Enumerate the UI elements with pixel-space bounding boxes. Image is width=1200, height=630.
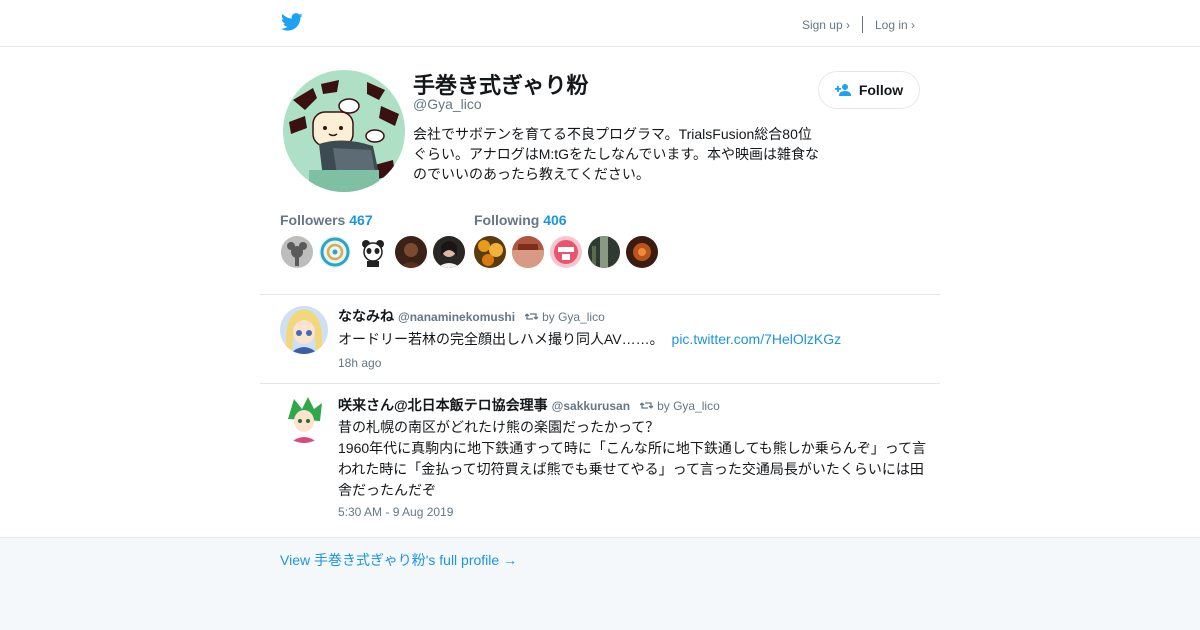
- profile-bio: 会社でサボテンを育てる不良プログラマ。TrialsFusion総合80位ぐらい。…: [413, 126, 819, 182]
- tweet-timestamp[interactable]: 5:30 AM - 9 Aug 2019: [338, 505, 453, 519]
- auth-links-divider: [861, 16, 863, 33]
- following-avatar[interactable]: [626, 236, 658, 268]
- follow-button[interactable]: Follow: [818, 71, 920, 109]
- following-label: Following: [474, 212, 540, 228]
- tweet-text: オードリー若林の完全顔出しハメ撮り同人AV……。 pic.twitter.com…: [338, 329, 930, 350]
- tweet-text: 昔の札幌の南区がどれたけ熊の楽園だったかって？ 1960年代に真駒内に地下鉄通す…: [338, 417, 930, 501]
- tweet-header: ななみね @nanaminekomushi by Gya_lico: [338, 306, 605, 326]
- avatar-illustration: [283, 70, 405, 192]
- tweet-timestamp[interactable]: 18h ago: [338, 356, 381, 370]
- follower-avatar[interactable]: [357, 236, 389, 268]
- retweet-icon: [525, 313, 539, 320]
- retweet-context: by Gya_lico: [525, 310, 605, 324]
- full-profile-link[interactable]: View 手巻き式ぎゃり粉's full profile →: [280, 550, 517, 570]
- retweet-icon: [640, 402, 654, 409]
- top-bar: Sign up › Log in ›: [0, 0, 1200, 47]
- tweet-author-handle[interactable]: @sakkurusan: [552, 399, 630, 413]
- tweet-author-name[interactable]: ななみね: [338, 306, 394, 326]
- tweet-divider: [260, 383, 940, 384]
- follower-avatar[interactable]: [281, 236, 313, 268]
- tweet-author-avatar[interactable]: [280, 306, 328, 354]
- tweet-header: 咲来さん@北日本飯テロ協会理事 @sakkurusan by Gya_lico: [338, 395, 720, 415]
- following-avatar[interactable]: [588, 236, 620, 268]
- following-link[interactable]: Following 406: [474, 212, 567, 228]
- followers-link[interactable]: Followers 467: [280, 212, 373, 228]
- section-divider: [260, 294, 940, 295]
- login-link[interactable]: Log in ›: [875, 18, 915, 32]
- follow-person-plus-icon: [834, 84, 851, 96]
- retweeted-by[interactable]: by Gya_lico: [542, 310, 605, 324]
- followers-avatars: [281, 236, 465, 268]
- tweet-media-link[interactable]: pic.twitter.com/7HelOlzKGz: [672, 331, 842, 347]
- following-avatars: [474, 236, 658, 268]
- signup-link[interactable]: Sign up ›: [802, 18, 850, 32]
- tweet-author-handle[interactable]: @nanaminekomushi: [398, 310, 515, 324]
- profile-handle: @Gya_lico: [413, 96, 482, 112]
- profile-avatar[interactable]: [283, 70, 405, 192]
- follower-avatar[interactable]: [319, 236, 351, 268]
- followers-count: 467: [349, 212, 373, 228]
- auth-links: Sign up › Log in ›: [802, 16, 915, 33]
- followers-label: Followers: [280, 212, 346, 228]
- follower-avatar[interactable]: [433, 236, 465, 268]
- tweet-author-avatar[interactable]: [280, 395, 328, 443]
- following-avatar[interactable]: [550, 236, 582, 268]
- tweet-text-content: オードリー若林の完全顔出しハメ撮り同人AV……。: [338, 331, 664, 347]
- tweet-author-name[interactable]: 咲来さん@北日本飯テロ協会理事: [338, 395, 548, 415]
- footer: View 手巻き式ぎゃり粉's full profile →: [0, 537, 1200, 630]
- retweeted-by[interactable]: by Gya_lico: [657, 399, 720, 413]
- tweet-text-line: 昔の札幌の南区がどれたけ熊の楽園だったかって？: [338, 419, 660, 435]
- tweet-text-line: 1960年代に真駒内に地下鉄通すって時に「こんな所に地下鉄通しても熊しか乗らんぞ…: [338, 440, 927, 498]
- follow-label: Follow: [858, 82, 904, 98]
- follower-avatar[interactable]: [395, 236, 427, 268]
- twitter-bird-icon[interactable]: [280, 11, 304, 33]
- following-avatar[interactable]: [474, 236, 506, 268]
- retweet-context: by Gya_lico: [640, 399, 720, 413]
- following-avatar[interactable]: [512, 236, 544, 268]
- following-count: 406: [543, 212, 567, 228]
